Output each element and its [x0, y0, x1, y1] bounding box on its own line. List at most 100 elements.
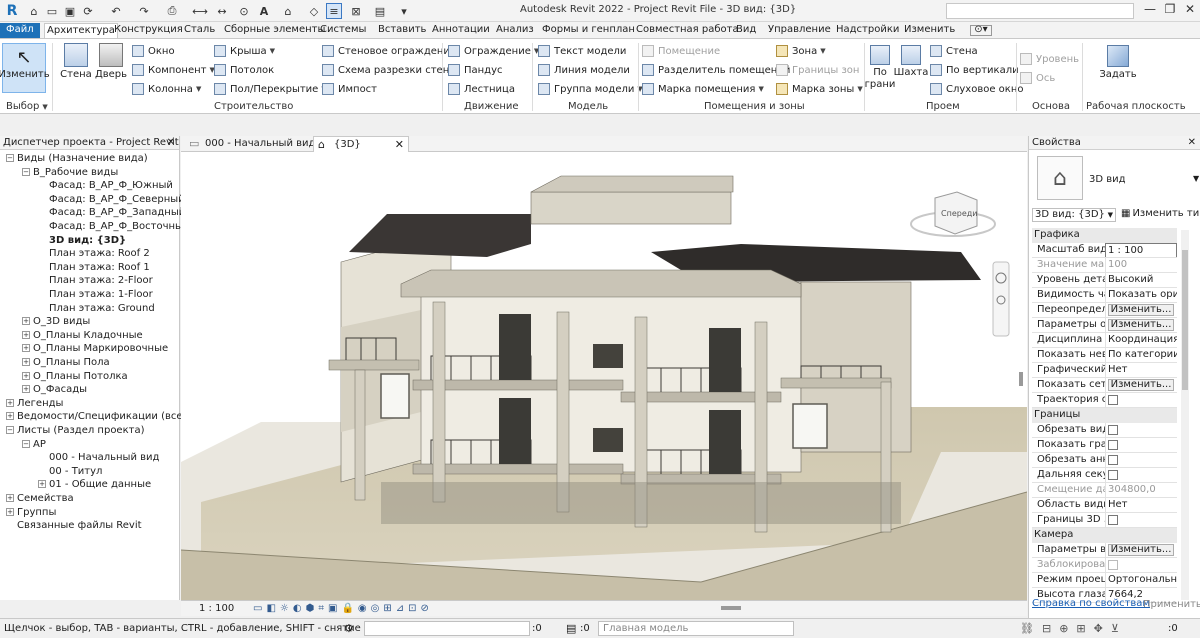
roof-button[interactable]: Крыша ▼: [214, 45, 275, 57]
browser-tree-item[interactable]: + О_Планы Пола: [22, 356, 110, 369]
close-icon[interactable]: ✕: [395, 137, 404, 152]
ribbon-toggle-icon[interactable]: ⊙▾: [970, 25, 992, 36]
view-tab-3d[interactable]: ⌂ {3D} ✕: [313, 136, 409, 152]
sun-path-icon[interactable]: ☼: [280, 603, 289, 614]
property-value[interactable]: 304800,0: [1105, 483, 1177, 497]
area-tag-button[interactable]: Марка зоны ▼: [776, 83, 863, 95]
tab-systems[interactable]: Системы: [318, 23, 368, 38]
close-icon[interactable]: ✕: [1188, 136, 1196, 150]
expand-icon[interactable]: +: [6, 412, 14, 421]
scroll-thumb[interactable]: [1019, 372, 1023, 386]
close-hidden-icon[interactable]: ⊠: [348, 3, 364, 19]
dormer-button[interactable]: Слуховое окно: [930, 83, 1024, 95]
property-value[interactable]: Координация: [1105, 333, 1177, 347]
expand-icon[interactable]: +: [22, 385, 30, 394]
close-icon[interactable]: ✕: [167, 136, 175, 150]
browser-tree-item[interactable]: План этажа: 1-Floor: [38, 288, 153, 301]
save-icon[interactable]: ▣: [62, 3, 78, 19]
browser-tree-item[interactable]: 000 - Начальный вид: [38, 451, 159, 464]
select-panel-label[interactable]: Выбор ▼: [6, 101, 48, 112]
redo-icon[interactable]: ↷: [136, 3, 152, 19]
grid-button[interactable]: Ось: [1020, 72, 1055, 84]
drag-elements-icon[interactable]: ✥: [1094, 622, 1103, 635]
collapse-icon[interactable]: −: [22, 167, 30, 176]
shadows-icon[interactable]: ◐: [293, 603, 302, 614]
browser-tree-item[interactable]: + О_3D виды: [22, 315, 90, 328]
tab-analyze[interactable]: Анализ: [494, 23, 536, 38]
browser-tree-item[interactable]: + О_Планы Потолка: [22, 370, 128, 383]
reveal-hidden-icon[interactable]: ◎: [371, 603, 380, 614]
property-value[interactable]: 100: [1105, 258, 1177, 272]
expand-icon[interactable]: +: [6, 398, 14, 407]
room-tag-button[interactable]: Марка помещения ▼: [642, 83, 764, 95]
browser-tree-item[interactable]: Связанные файлы Revit: [6, 519, 142, 532]
room-button[interactable]: Помещение: [642, 45, 720, 57]
properties-help-link[interactable]: Справка по свойствам: [1032, 598, 1150, 609]
show-crop-icon[interactable]: ▣: [328, 603, 337, 614]
browser-tree-item[interactable]: План этажа: Ground: [38, 302, 155, 315]
property-group-header[interactable]: Графика: [1032, 228, 1177, 243]
tab-file[interactable]: Файл: [0, 23, 40, 38]
curtain-wall-button[interactable]: Стеновое ограждение: [322, 45, 456, 57]
drawing-canvas[interactable]: Спереди: [181, 152, 1027, 600]
workset-dropdown[interactable]: [364, 621, 530, 636]
view-tab-start[interactable]: ▭ 000 - Начальный вид: [185, 136, 315, 152]
model-group-button[interactable]: Группа модели ▼: [538, 83, 643, 95]
tab-view[interactable]: Вид: [734, 23, 758, 38]
browser-tree-item[interactable]: − Листы (Раздел проекта): [6, 424, 144, 437]
lock-3d-icon[interactable]: 🔒: [341, 603, 353, 614]
switch-windows-icon[interactable]: ▤: [372, 3, 388, 19]
horizontal-scroll-thumb[interactable]: [721, 606, 741, 610]
property-group-header[interactable]: Границы: [1032, 408, 1177, 423]
select-pinned-icon[interactable]: ⊕: [1059, 622, 1068, 635]
curtain-grid-button[interactable]: Схема разрезки стены: [322, 64, 457, 76]
browser-tree-item[interactable]: + Ведомости/Спецификации (все): [6, 410, 186, 423]
collapse-icon[interactable]: −: [6, 426, 14, 434]
select-by-face-icon[interactable]: ⊞: [1076, 622, 1085, 635]
modify-button[interactable]: ↖ Изменить: [0, 43, 50, 93]
open-icon[interactable]: ▭: [44, 3, 60, 19]
set-work-plane-button[interactable]: Задать: [1099, 45, 1137, 80]
expand-icon[interactable]: +: [38, 480, 46, 489]
browser-tree-item[interactable]: + Семейства: [6, 492, 74, 505]
browser-tree-item[interactable]: План этажа: Roof 1: [38, 261, 150, 274]
browser-tree-item[interactable]: + О_Планы Маркировочные: [22, 342, 168, 355]
maximize-button[interactable]: ❐: [1160, 2, 1180, 20]
browser-tree-item[interactable]: − АР: [22, 438, 46, 451]
property-value[interactable]: По категории: [1105, 348, 1177, 362]
tab-precast[interactable]: Сборные элементы: [222, 23, 327, 38]
room-separator-button[interactable]: Разделитель помещений: [642, 64, 790, 76]
browser-tree-item[interactable]: Фасад: В_АР_Ф_Западный: [38, 206, 185, 219]
tab-massing-site[interactable]: Формы и генплан: [540, 23, 637, 38]
property-checkbox[interactable]: [1108, 455, 1118, 465]
property-value[interactable]: Высокий: [1105, 273, 1177, 287]
tab-insert[interactable]: Вставить: [376, 23, 428, 38]
browser-tree-item[interactable]: 3D вид: {3D}: [38, 234, 126, 247]
design-options-dropdown[interactable]: Главная модель: [598, 621, 794, 636]
property-value[interactable]: Нет: [1105, 498, 1177, 512]
section-icon[interactable]: ◇: [306, 3, 322, 19]
property-checkbox[interactable]: [1108, 425, 1118, 435]
search-input[interactable]: [946, 3, 1134, 19]
expand-icon[interactable]: +: [6, 507, 14, 516]
browser-tree-item[interactable]: + О_Планы Кладочные: [22, 329, 143, 342]
view-scale[interactable]: 1 : 100: [199, 603, 234, 614]
temp-hide-icon[interactable]: ◉: [358, 603, 367, 614]
edit-type-button[interactable]: ▦ Изменить тип: [1121, 208, 1200, 219]
property-checkbox[interactable]: [1108, 560, 1118, 570]
vertical-opening-button[interactable]: По вертикали: [930, 64, 1019, 76]
tab-manage[interactable]: Управление: [766, 23, 833, 38]
property-edit-button[interactable]: Изменить...: [1108, 544, 1174, 556]
select-underlay-icon[interactable]: ⊟: [1042, 622, 1051, 635]
by-face-button[interactable]: По грани: [865, 45, 895, 91]
shaft-button[interactable]: Шахта: [894, 45, 928, 78]
property-checkbox[interactable]: [1108, 440, 1118, 450]
property-edit-button[interactable]: Изменить...: [1108, 319, 1174, 331]
apply-button[interactable]: Применить: [1143, 599, 1200, 610]
minimize-button[interactable]: —: [1140, 2, 1160, 20]
crop-view-icon[interactable]: ⌗: [318, 603, 324, 614]
model-line-button[interactable]: Линия модели: [538, 64, 630, 76]
tab-addins[interactable]: Надстройки: [834, 23, 901, 38]
property-edit-button[interactable]: Изменить...: [1108, 304, 1174, 316]
browser-tree-item[interactable]: − В_Рабочие виды: [22, 166, 118, 179]
